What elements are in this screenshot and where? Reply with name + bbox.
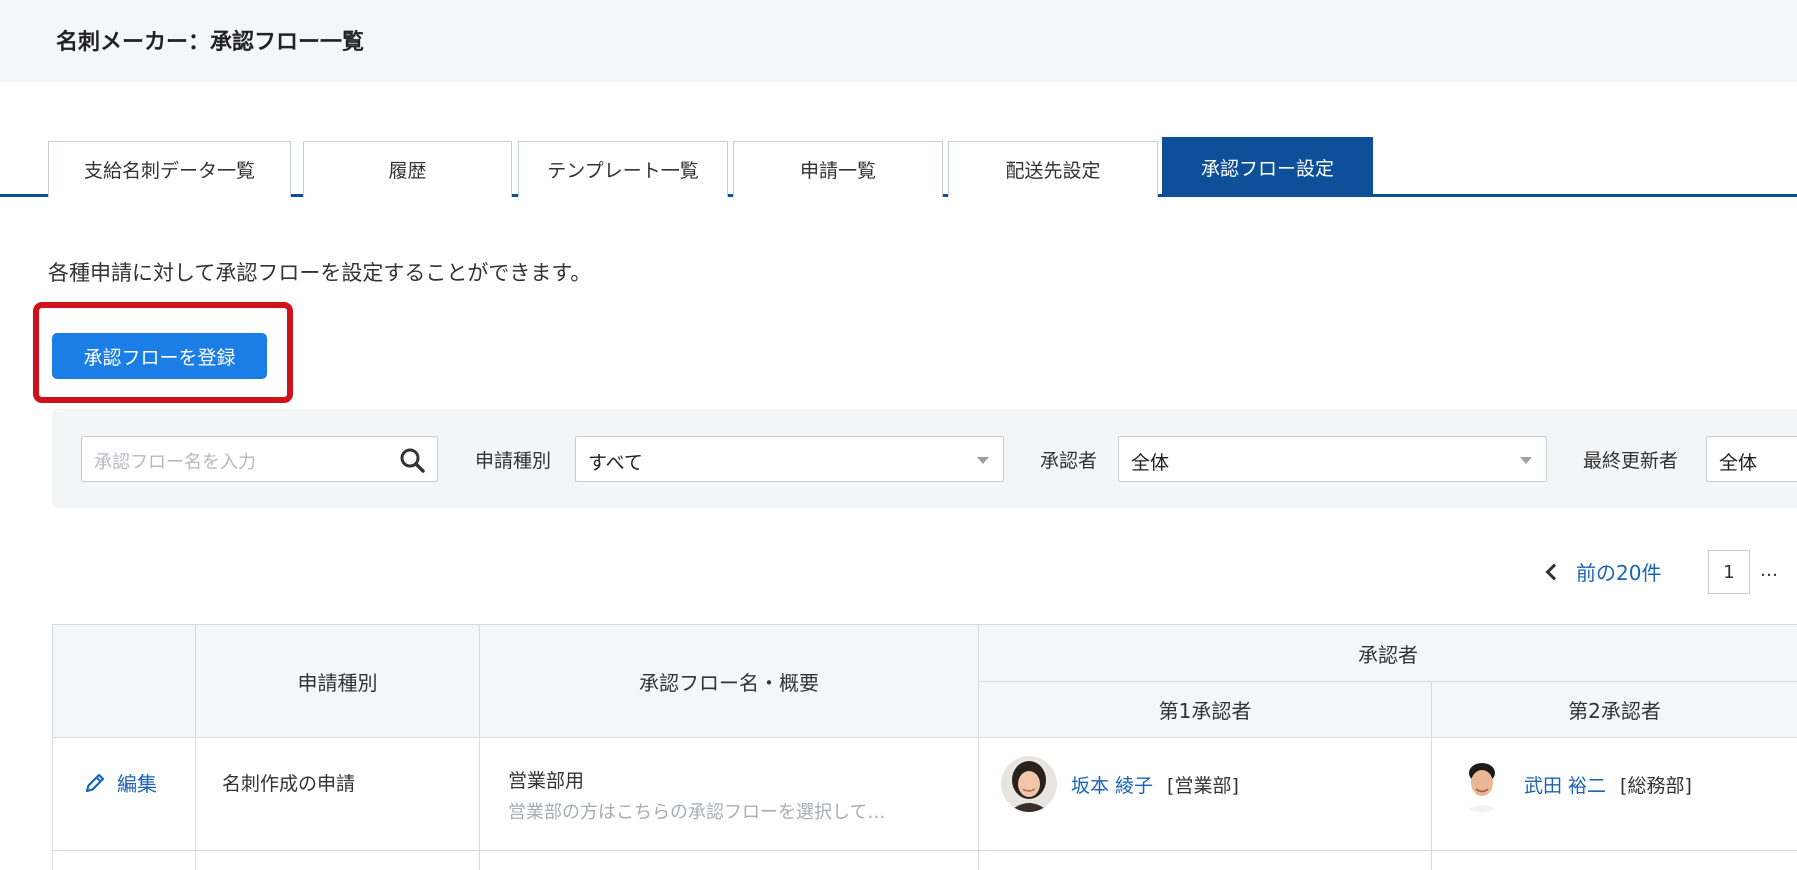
approval-flow-table: 申請種別 承認フロー名・概要 承認者 第1承認者 第2承認者 編集 名刺作成の申…: [52, 624, 1797, 870]
request-type-value: すべて: [588, 452, 643, 474]
pencil-icon: [85, 773, 105, 792]
header-flow-name: 承認フロー名・概要: [480, 625, 979, 738]
last-updated-by-value: 全体: [1719, 452, 1758, 474]
tab-card-data-list[interactable]: 支給名刺データ一覧: [48, 141, 291, 197]
approver-value: 全体: [1131, 452, 1170, 474]
request-type-text: 名刺作成の申請: [222, 773, 356, 795]
avatar: [1001, 756, 1057, 812]
table-row-partial: [480, 851, 979, 870]
edit-label: 編集: [117, 772, 157, 796]
table-row-partial: [196, 851, 480, 870]
pager-prev-link[interactable]: 前の20件: [1545, 557, 1662, 586]
header-first-approver: 第1承認者: [979, 682, 1432, 738]
header-request-type: 申請種別: [196, 625, 480, 738]
chevron-down-icon: [1520, 457, 1532, 464]
edit-link[interactable]: 編集: [83, 768, 157, 797]
header-approvers: 承認者: [979, 625, 1797, 682]
page-ellipsis: …: [1760, 560, 1778, 581]
chevron-down-icon: [977, 457, 989, 464]
tab-delivery-settings[interactable]: 配送先設定: [948, 141, 1158, 197]
tab-request-list[interactable]: 申請一覧: [733, 141, 943, 197]
last-updated-by-label: 最終更新者: [1583, 450, 1679, 472]
first-approver: 坂本 綾子 [営業部]: [1001, 756, 1239, 812]
header-actions: [53, 625, 196, 738]
chevron-left-icon: [1545, 563, 1563, 580]
avatar: [1454, 756, 1510, 812]
approver-label: 承認者: [1040, 450, 1098, 472]
flow-name-text: 営業部用: [508, 770, 585, 792]
flow-summary-text: 営業部の方はこちらの承認フローを選択して…: [508, 802, 886, 823]
header-second-approver: 第2承認者: [1432, 682, 1797, 738]
tab-history[interactable]: 履歴: [303, 141, 512, 197]
page-number-1[interactable]: 1: [1708, 550, 1750, 594]
pager-prev-label: 前の20件: [1576, 561, 1662, 585]
request-type-label: 申請種別: [475, 450, 552, 472]
tab-approval-flow-settings[interactable]: 承認フロー設定: [1162, 137, 1373, 197]
table-row-action-cell: 編集: [53, 738, 196, 851]
approver-select[interactable]: 全体: [1118, 436, 1547, 482]
table-row-flow-name-cell: 営業部用 営業部の方はこちらの承認フローを選択して…: [480, 738, 979, 851]
table-row-partial: [53, 851, 196, 870]
table-row-request-type-cell: 名刺作成の申請: [196, 738, 480, 851]
second-approver-dept: [総務部]: [1620, 774, 1692, 797]
page-description: 各種申請に対して承認フローを設定することができます。: [48, 261, 592, 285]
tab-bar: 支給名刺データ一覧 履歴 テンプレート一覧 申請一覧 配送先設定 承認フロー設定: [0, 137, 1797, 197]
table-row-first-approver-cell: 坂本 綾子 [営業部]: [979, 738, 1432, 851]
request-type-select[interactable]: すべて: [575, 436, 1004, 482]
table-row-second-approver-cell: 武田 裕二 [総務部]: [1432, 738, 1797, 851]
second-approver-name[interactable]: 武田 裕二: [1524, 771, 1606, 798]
top-bar: 名刺メーカー：承認フロー一覧: [0, 0, 1797, 82]
search-placeholder: 承認フロー名を入力: [94, 452, 256, 473]
search-icon[interactable]: [399, 447, 425, 473]
second-approver: 武田 裕二 [総務部]: [1454, 756, 1692, 812]
tab-template-list[interactable]: テンプレート一覧: [518, 141, 728, 197]
table-row-partial: [1432, 851, 1797, 870]
page-title: 名刺メーカー：承認フロー一覧: [56, 30, 365, 55]
register-approval-flow-button[interactable]: 承認フローを登録: [52, 333, 267, 379]
flow-name-search-input[interactable]: 承認フロー名を入力: [81, 436, 438, 482]
first-approver-dept: [営業部]: [1167, 774, 1239, 797]
last-updated-by-select[interactable]: 全体: [1706, 436, 1797, 482]
table-row-partial: [979, 851, 1432, 870]
first-approver-name[interactable]: 坂本 綾子: [1071, 771, 1153, 798]
